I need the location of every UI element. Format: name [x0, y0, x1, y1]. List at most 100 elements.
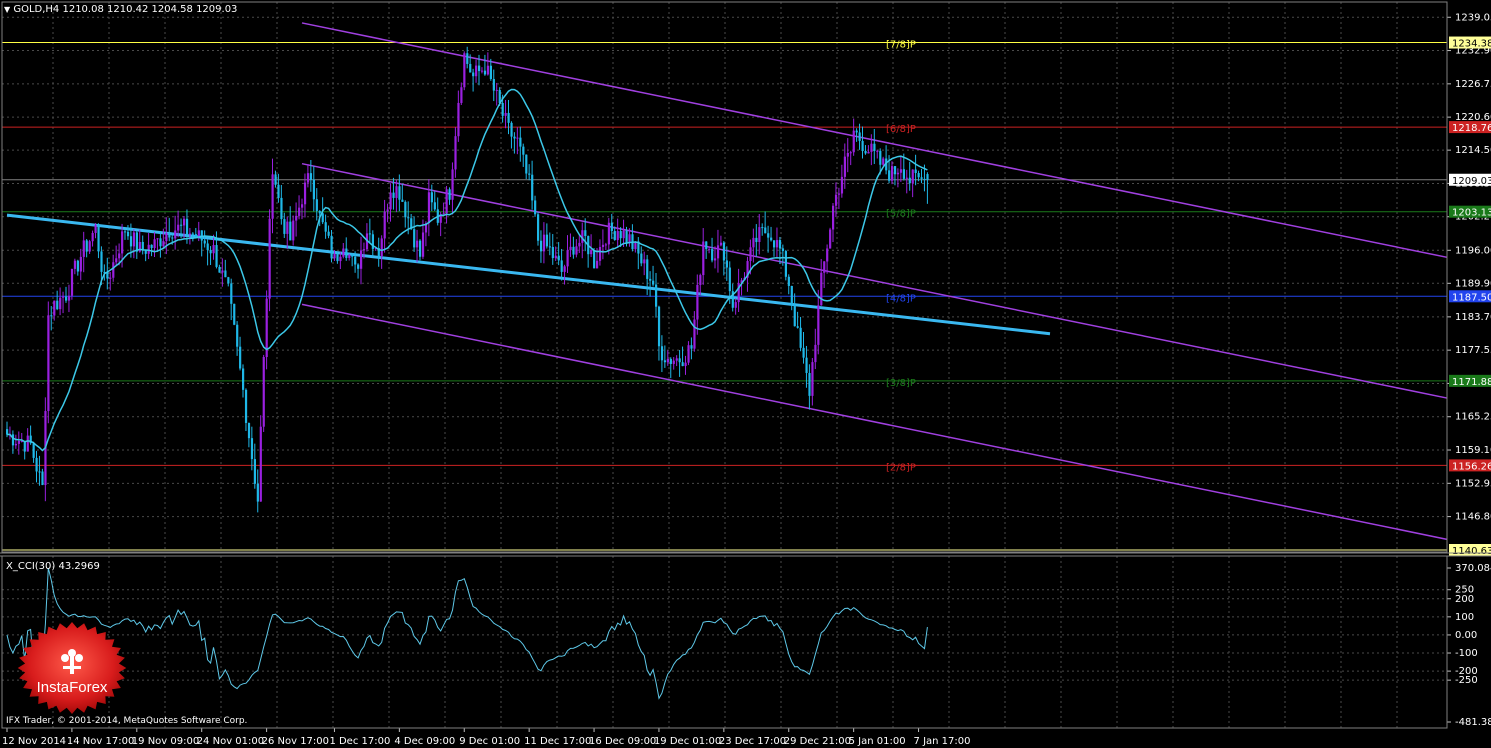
candle-body [708, 249, 711, 251]
time-tick-label: 16 Dec 09:00 [589, 736, 656, 747]
candle-body [787, 276, 790, 286]
candle-body [519, 137, 522, 147]
candle-body [649, 278, 652, 281]
candle-body [660, 346, 664, 361]
candle-body [690, 345, 693, 349]
candle-body [483, 70, 487, 75]
candle-body [11, 434, 15, 446]
candle-body [829, 229, 832, 249]
candle-body [480, 70, 484, 72]
candle-body [867, 151, 870, 154]
candle-body [811, 362, 814, 396]
candle-body [268, 218, 271, 299]
candle-body [613, 231, 616, 241]
candle-body [433, 202, 436, 210]
candle-body [669, 358, 672, 364]
candle-body [666, 358, 669, 363]
candle-body [407, 217, 410, 219]
candle-body [50, 315, 53, 317]
candle-body [380, 238, 383, 257]
candle-body [826, 248, 829, 262]
candle-body [259, 426, 262, 502]
time-tick-label: 4 Dec 09:00 [394, 736, 455, 747]
cci-tick-label: -481.3897 [1455, 717, 1491, 728]
candle-body [817, 305, 820, 345]
candle-body [578, 242, 581, 247]
candle-body [628, 234, 631, 243]
candle-body [539, 240, 543, 252]
candle-body [330, 235, 333, 259]
candle-body [448, 189, 451, 200]
candle-body [286, 221, 289, 234]
candle-body [348, 254, 351, 258]
moving-average-line [6, 88, 928, 452]
time-tick-label: 5 Jan 01:00 [849, 736, 906, 747]
symbol-ohlc-label: GOLD,H4 1210.08 1210.42 1204.58 1209.03 [13, 4, 238, 15]
level-price-label: 1140.63 [1452, 546, 1491, 557]
dropdown-triangle-icon[interactable]: ▼ [4, 5, 10, 14]
candle-body [70, 268, 74, 296]
candle-body [147, 244, 150, 254]
candle-body [870, 143, 873, 152]
candle-body [640, 253, 643, 264]
candle-body [215, 245, 218, 267]
candle-body [758, 227, 761, 243]
candle-body [277, 184, 280, 198]
candle-body [315, 199, 318, 211]
candle-body [675, 358, 678, 361]
candle-body [342, 248, 345, 257]
candle-body [752, 237, 755, 248]
candle-body [799, 327, 802, 348]
candle-body [256, 483, 259, 502]
price-axis: 1239.051232.901226.751220.601214.501208.… [1447, 12, 1491, 523]
candle-body [610, 222, 613, 232]
moving-average [6, 88, 928, 452]
candle-body [185, 218, 189, 235]
candle-body [159, 238, 162, 247]
price-grid [2, 2, 1447, 552]
cci-series-line [6, 567, 928, 700]
candle-body [427, 192, 431, 224]
candle-body [864, 150, 867, 154]
price-tick-label: 1196.00 [1455, 245, 1491, 256]
candle-body [814, 344, 817, 363]
time-tick-label: 19 Nov 09:00 [132, 736, 199, 747]
candle-body [734, 302, 737, 308]
time-tick-label: 26 Nov 17:00 [262, 736, 329, 747]
candle-body [525, 154, 528, 174]
candle-body [475, 65, 478, 77]
candle-body [554, 255, 557, 259]
candle-body [908, 177, 911, 184]
candle-body [861, 140, 864, 151]
candle-body [357, 264, 360, 269]
candle-body [351, 254, 354, 257]
channel-middle-line [301, 162, 1448, 399]
candle-body [242, 368, 245, 390]
candle-body [274, 174, 277, 185]
candle-body [492, 78, 495, 91]
candle-body [486, 65, 490, 75]
candle-body [156, 238, 159, 240]
candle-body [23, 440, 26, 452]
cci-tick-label: 100 [1455, 612, 1474, 623]
candle-body [914, 169, 917, 174]
channel-lower-line [301, 303, 1448, 541]
candle-body [902, 169, 905, 179]
level-price-label: 1234.38 [1452, 39, 1491, 50]
candle-body [652, 280, 655, 285]
candle-body [793, 304, 796, 327]
candle-body [873, 143, 876, 151]
candle-body [672, 360, 675, 364]
candle-body [837, 193, 841, 195]
candle-body [421, 232, 425, 257]
candle-body [714, 258, 717, 261]
candle-body [802, 347, 805, 358]
chart-canvas[interactable]: [7/8]P [6/8]P [5/8]P [4/8]P [3/8]P [2/8]P 123… [0, 0, 1491, 748]
candle-body [59, 297, 62, 310]
candle-body [466, 53, 469, 64]
candle-body [478, 65, 481, 72]
candle-body [124, 231, 127, 233]
candle-body [177, 224, 180, 231]
candle-body [413, 229, 416, 248]
price-tick-label: 1239.05 [1455, 12, 1491, 23]
